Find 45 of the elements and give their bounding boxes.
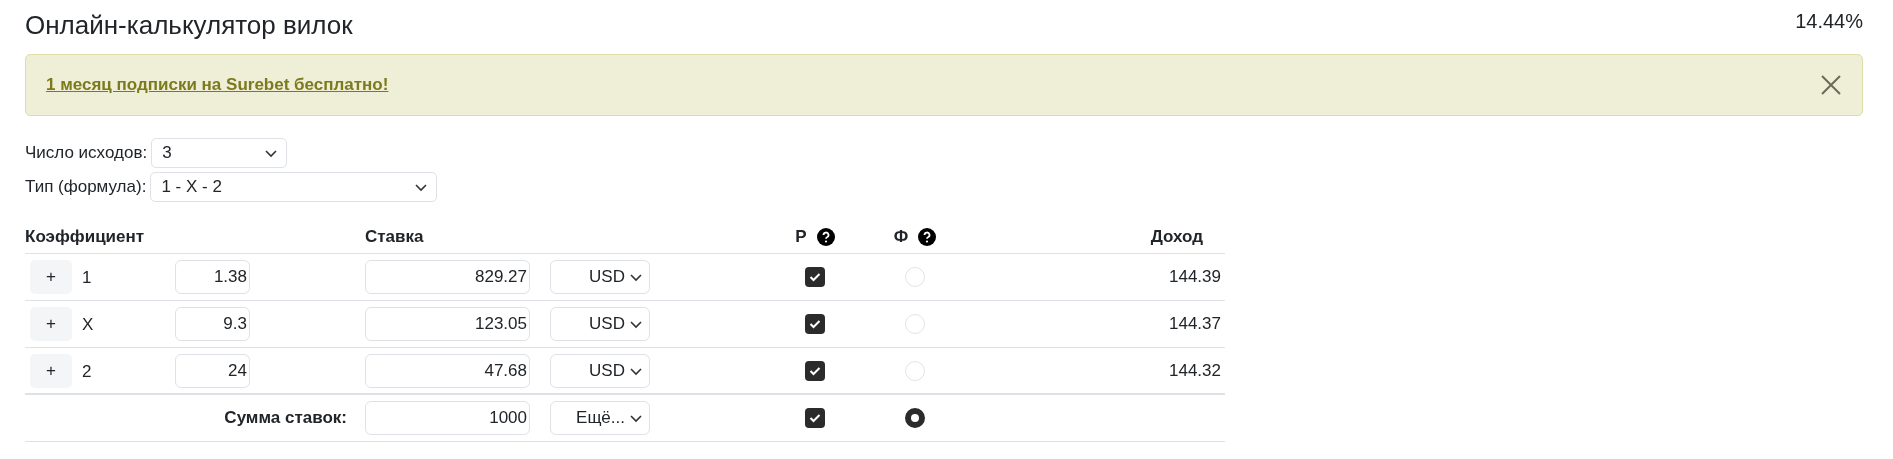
question-icon[interactable] <box>816 227 835 246</box>
checkbox[interactable] <box>805 360 825 381</box>
page-title: Онлайн-калькулятор вилок <box>25 9 353 42</box>
odds-field[interactable]: 9.3 <box>175 307 250 341</box>
more-select[interactable]: Ещё... <box>550 401 650 435</box>
radio-button[interactable] <box>905 408 925 428</box>
promo-link[interactable]: 1 месяц подписки на Surebet бесплатно! <box>46 75 389 95</box>
checkbox[interactable] <box>805 408 825 428</box>
check-icon <box>809 319 821 329</box>
income-value: 144.32 <box>1169 360 1221 381</box>
column-header: Коэффициент <box>25 226 145 247</box>
checkbox[interactable] <box>805 267 825 287</box>
check-icon <box>809 272 821 282</box>
column-header: Р <box>795 226 807 247</box>
column-header: Доход <box>1150 226 1203 247</box>
add-button[interactable]: + <box>30 353 72 388</box>
add-button[interactable]: + <box>30 307 72 341</box>
setting-label: Тип (формула): <box>25 177 147 197</box>
check-icon <box>809 365 821 376</box>
stake-field[interactable]: 829.27 <box>365 260 530 294</box>
select-field[interactable]: 1 - X - 2 <box>150 172 438 202</box>
total-label: Сумма ставок: <box>224 408 347 428</box>
income-value: 144.37 <box>1169 314 1221 334</box>
stake-field[interactable]: 47.68 <box>365 353 530 388</box>
column-header: Ставка <box>365 226 424 247</box>
close-button[interactable] <box>1820 74 1842 96</box>
income-value: 144.39 <box>1169 267 1221 287</box>
currency-select[interactable]: USD <box>550 307 650 341</box>
odds-field[interactable]: 24 <box>175 353 250 388</box>
setting-label: Число исходов: <box>25 143 148 163</box>
outcome-label: X <box>82 315 94 335</box>
profit-percent: 14.44% <box>1795 9 1863 34</box>
add-button[interactable]: + <box>30 260 72 294</box>
select-field[interactable]: 3 <box>151 138 288 168</box>
odds-field[interactable]: 1.38 <box>175 260 250 294</box>
check-icon <box>809 413 821 423</box>
checkbox[interactable] <box>805 314 825 334</box>
column-header: Ф <box>893 226 909 247</box>
currency-select[interactable]: USD <box>550 353 650 388</box>
stake-field[interactable]: 123.05 <box>365 307 530 341</box>
currency-select[interactable]: USD <box>550 260 650 294</box>
outcome-label: 1 <box>82 268 92 288</box>
question-icon[interactable] <box>918 227 937 246</box>
outcome-label: 2 <box>82 361 92 382</box>
total-stake-field[interactable]: 1000 <box>365 401 530 435</box>
